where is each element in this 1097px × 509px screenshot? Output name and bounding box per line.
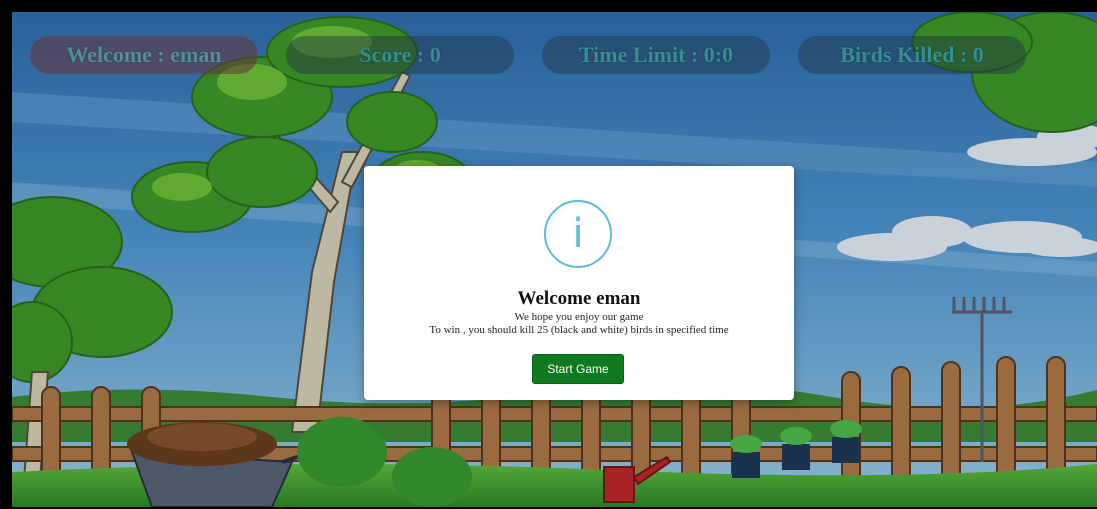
modal-title: Welcome eman	[517, 288, 641, 309]
game-stage[interactable]: Welcome : eman Score : 0 Time Limit : 0:…	[12, 12, 1097, 507]
info-glyph: i	[572, 211, 584, 257]
modal-message-line: To win , you should kill 25 (black and w…	[429, 324, 729, 336]
info-icon: i	[544, 200, 612, 268]
start-game-button[interactable]: Start Game	[532, 354, 624, 384]
welcome-modal: i Welcome eman We hope you enjoy our gam…	[364, 166, 794, 400]
modal-message-line: We hope you enjoy our game	[514, 311, 644, 323]
